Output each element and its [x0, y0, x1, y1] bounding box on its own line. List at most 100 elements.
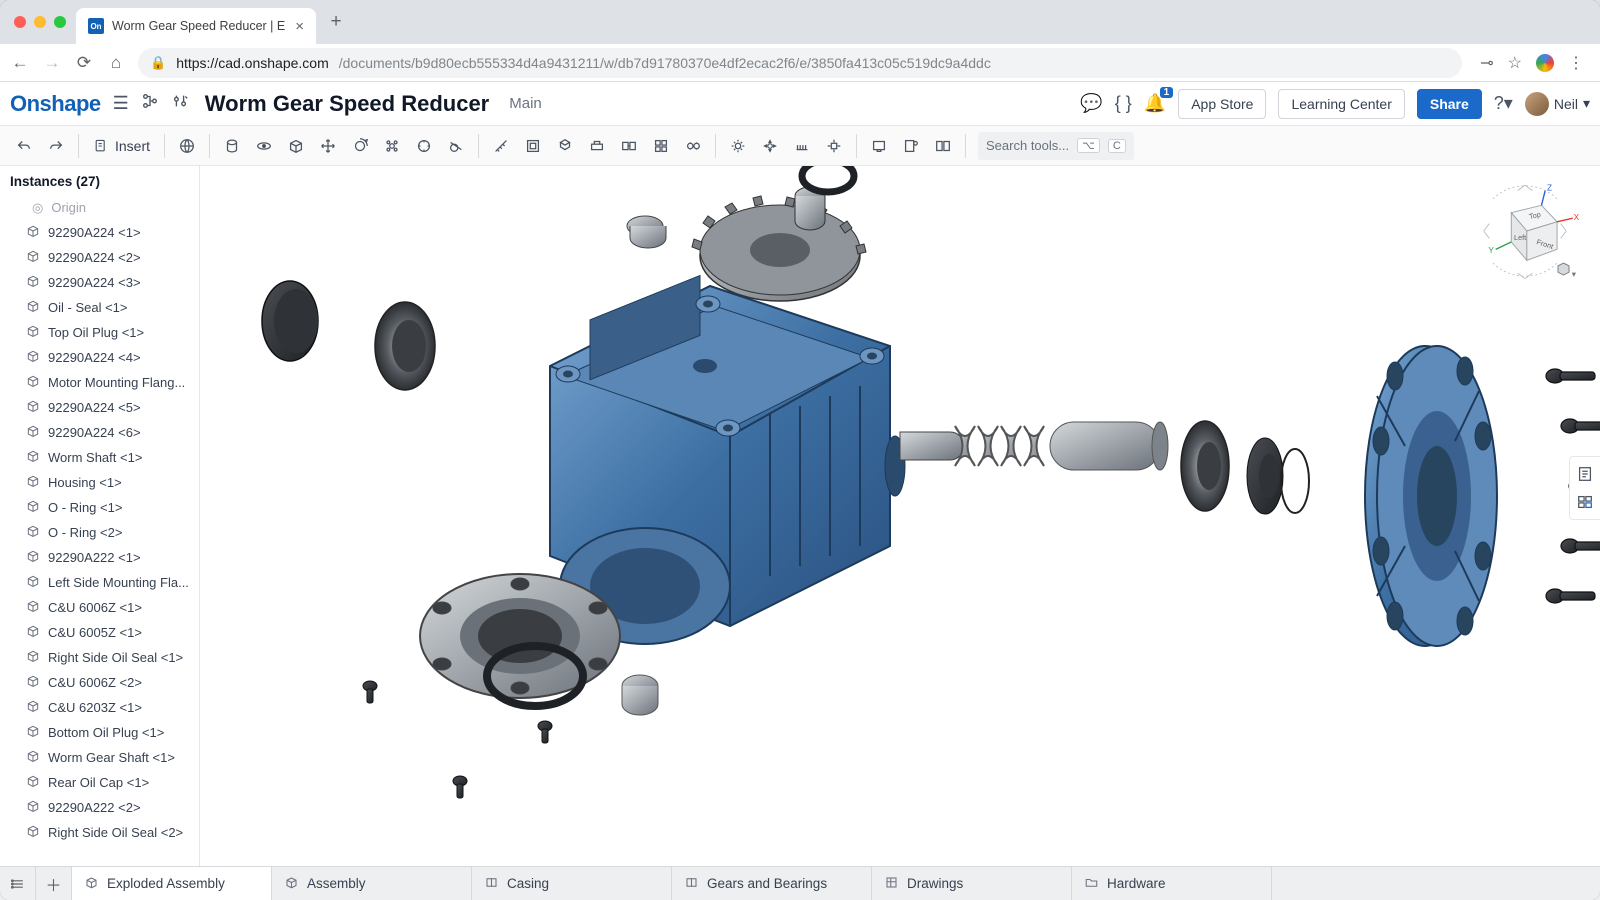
instance-row[interactable]: 92290A224 <3>	[0, 270, 199, 295]
comments-icon[interactable]: 💬	[1080, 93, 1102, 114]
part-icon	[26, 799, 40, 816]
tool-move-icon[interactable]	[312, 130, 344, 162]
tab-gears-and-bearings[interactable]: Gears and Bearings	[672, 867, 872, 900]
tool-settings2-icon[interactable]	[754, 130, 786, 162]
tool-gear-icon[interactable]	[677, 130, 709, 162]
tool-revolve-icon[interactable]	[248, 130, 280, 162]
search-tools[interactable]: Search tools... ⌥ C	[978, 132, 1134, 160]
instance-row[interactable]: Housing <1>	[0, 470, 199, 495]
instance-row[interactable]: Oil - Seal <1>	[0, 295, 199, 320]
instance-row[interactable]: C&U 6203Z <1>	[0, 695, 199, 720]
instance-row[interactable]: Right Side Oil Seal <1>	[0, 645, 199, 670]
learning-center-button[interactable]: Learning Center	[1278, 89, 1404, 119]
user-menu[interactable]: Neil ▾	[1525, 92, 1590, 116]
app-header: Onshape ☰ Worm Gear Speed Reducer Main 💬…	[0, 82, 1600, 126]
tab-manager-icon[interactable]	[0, 867, 36, 900]
instance-row[interactable]: Worm Gear Shaft <1>	[0, 745, 199, 770]
tool-circular-icon[interactable]	[408, 130, 440, 162]
instance-row[interactable]: 92290A224 <4>	[0, 345, 199, 370]
nav-menu-icon[interactable]: ☰	[113, 93, 129, 114]
tool-settings1-icon[interactable]	[722, 130, 754, 162]
tool-globe-icon[interactable]	[171, 130, 203, 162]
home-icon[interactable]: ⌂	[106, 53, 126, 73]
origin-row[interactable]: ◎ Origin	[0, 195, 199, 220]
tool-display3-icon[interactable]	[927, 130, 959, 162]
key-icon[interactable]: ⊸	[1480, 53, 1493, 73]
instance-row[interactable]: 92290A224 <6>	[0, 420, 199, 445]
redo-icon[interactable]	[40, 130, 72, 162]
tool-grid-icon[interactable]	[645, 130, 677, 162]
app-store-button[interactable]: App Store	[1178, 89, 1266, 119]
instance-row[interactable]: Top Oil Plug <1>	[0, 320, 199, 345]
versions-icon[interactable]: { }	[1115, 93, 1132, 114]
undo-icon[interactable]	[8, 130, 40, 162]
instance-row[interactable]: Bottom Oil Plug <1>	[0, 720, 199, 745]
reload-icon[interactable]: ⟳	[74, 53, 94, 73]
tool-display1-icon[interactable]	[863, 130, 895, 162]
instance-row[interactable]: 92290A224 <2>	[0, 245, 199, 270]
tool-cylinder-icon[interactable]	[216, 130, 248, 162]
instance-row[interactable]: O - Ring <2>	[0, 520, 199, 545]
tool-box-icon[interactable]	[280, 130, 312, 162]
config-icon[interactable]	[171, 92, 189, 115]
favicon: On	[88, 18, 104, 34]
tab-assembly[interactable]: Assembly	[272, 867, 472, 900]
instance-row[interactable]: Left Side Mounting Fla...	[0, 570, 199, 595]
address-bar[interactable]: 🔒 https://cad.onshape.com/documents/b9d8…	[138, 48, 1462, 78]
tab-hardware[interactable]: Hardware	[1072, 867, 1272, 900]
forward-icon[interactable]: →	[42, 53, 62, 73]
tool-rotate-icon[interactable]	[344, 130, 376, 162]
tool-tangent-icon[interactable]	[440, 130, 472, 162]
view-cube[interactable]: Top Left Front X Y Z ▾	[1470, 176, 1580, 286]
workspace-name[interactable]: Main	[509, 95, 542, 112]
insert-button[interactable]: Insert	[85, 138, 158, 154]
instance-row[interactable]: C&U 6005Z <1>	[0, 620, 199, 645]
document-title[interactable]: Worm Gear Speed Reducer	[205, 91, 489, 117]
back-icon[interactable]: ←	[10, 53, 30, 73]
add-tab-icon[interactable]: ＋	[36, 867, 72, 900]
browser-menu-icon[interactable]: ⋮	[1568, 53, 1584, 73]
instance-row[interactable]: Motor Mounting Flang...	[0, 370, 199, 395]
tool-measure-icon[interactable]	[485, 130, 517, 162]
new-tab-button[interactable]: +	[322, 8, 350, 36]
tool-rack-icon[interactable]	[786, 130, 818, 162]
instance-row[interactable]: Worm Shaft <1>	[0, 445, 199, 470]
tool-frame-icon[interactable]	[517, 130, 549, 162]
instance-row[interactable]: 92290A224 <1>	[0, 220, 199, 245]
instance-row[interactable]: C&U 6006Z <1>	[0, 595, 199, 620]
instances-panel[interactable]: Instances (27) ◎ Origin 92290A224 <1>922…	[0, 166, 200, 866]
tool-relation-icon[interactable]	[613, 130, 645, 162]
rail-bom-icon[interactable]	[1574, 491, 1596, 513]
instance-row[interactable]: O - Ring <1>	[0, 495, 199, 520]
instance-row[interactable]: Right Side Oil Seal <2>	[0, 820, 199, 845]
tool-mate2-icon[interactable]	[581, 130, 613, 162]
instance-label: Bottom Oil Plug <1>	[48, 725, 164, 740]
instance-row[interactable]: 92290A222 <1>	[0, 545, 199, 570]
profile-avatar[interactable]	[1536, 54, 1554, 72]
close-window-btn[interactable]	[14, 16, 26, 28]
close-tab-icon[interactable]: ×	[295, 18, 304, 35]
tool-mate1-icon[interactable]	[549, 130, 581, 162]
instance-row[interactable]: 92290A222 <2>	[0, 795, 199, 820]
browser-tab[interactable]: On Worm Gear Speed Reducer | E ×	[76, 8, 316, 44]
bookmark-icon[interactable]: ☆	[1508, 53, 1522, 73]
maximize-window-btn[interactable]	[54, 16, 66, 28]
notifications-icon[interactable]: 🔔1	[1144, 93, 1166, 114]
tool-display2-icon[interactable]	[895, 130, 927, 162]
instance-row[interactable]: Rear Oil Cap <1>	[0, 770, 199, 795]
instance-label: C&U 6006Z <1>	[48, 600, 142, 615]
3d-viewport[interactable]: Top Left Front X Y Z ▾	[200, 166, 1600, 866]
share-button[interactable]: Share	[1417, 89, 1482, 119]
tool-explode-icon[interactable]	[818, 130, 850, 162]
minimize-window-btn[interactable]	[34, 16, 46, 28]
instance-row[interactable]: C&U 6006Z <2>	[0, 670, 199, 695]
tab-drawings[interactable]: Drawings	[872, 867, 1072, 900]
tab-casing[interactable]: Casing	[472, 867, 672, 900]
tab-exploded-assembly[interactable]: Exploded Assembly	[72, 867, 272, 900]
help-icon[interactable]: ?▾	[1494, 93, 1513, 114]
onshape-logo[interactable]: Onshape	[10, 91, 101, 117]
instance-row[interactable]: 92290A224 <5>	[0, 395, 199, 420]
rail-sheet-icon[interactable]	[1574, 463, 1596, 485]
tree-icon[interactable]	[141, 92, 159, 115]
tool-pattern-icon[interactable]	[376, 130, 408, 162]
